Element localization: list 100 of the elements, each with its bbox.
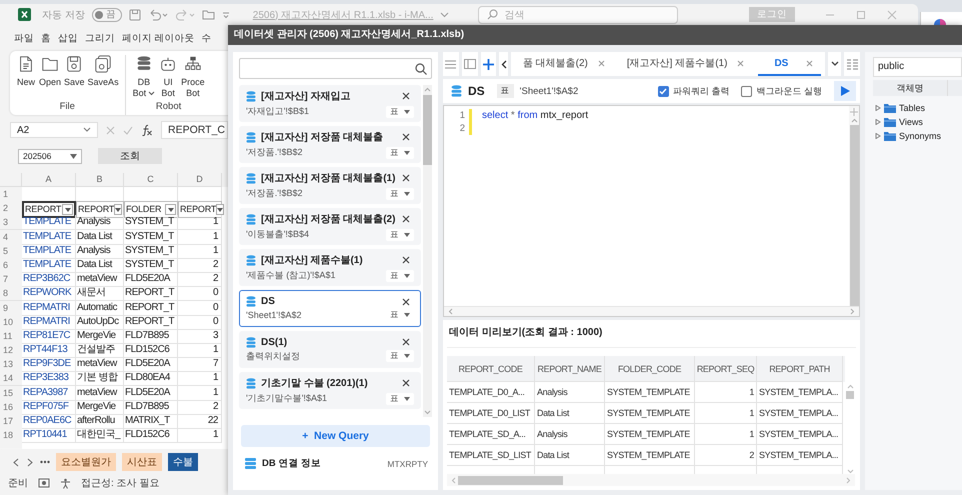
folder-icon[interactable]	[202, 9, 215, 20]
tree-item[interactable]: Tables	[899, 102, 926, 112]
query-card[interactable]: [재고자산] 저장품 대체불출(2) '이동불출'!$B$4 표	[239, 208, 421, 245]
ribbon-button[interactable]: Open	[39, 55, 62, 88]
column-letter[interactable]: B	[76, 173, 124, 187]
query-tab[interactable]: DS	[758, 52, 822, 76]
output-type-dropdown[interactable]: 표	[386, 392, 414, 404]
row-number[interactable]: 4	[0, 230, 22, 245]
scroll-up-icon[interactable]	[424, 87, 431, 92]
plus-icon[interactable]	[850, 108, 858, 116]
menu-item[interactable]: 수	[202, 33, 212, 45]
close-icon[interactable]	[402, 298, 410, 306]
maximize-icon[interactable]	[856, 10, 866, 20]
run-button[interactable]	[834, 81, 856, 101]
save-icon[interactable]	[128, 8, 141, 20]
scroll-left-icon[interactable]	[451, 476, 456, 484]
column-header[interactable]: REPORT_NAME	[535, 356, 605, 382]
menu-item[interactable]: 파일	[14, 33, 34, 45]
row-number[interactable]: 17	[0, 414, 22, 429]
column-letter[interactable]: A	[22, 173, 76, 187]
ribbon-button[interactable]: Save	[64, 55, 85, 88]
scrollbar[interactable]	[849, 106, 859, 306]
name-box[interactable]: A2	[10, 122, 98, 138]
scroll-up-icon[interactable]	[846, 384, 854, 389]
column-header[interactable]: REPORT_CODE	[447, 356, 535, 382]
column-letter[interactable]: C	[124, 173, 178, 187]
query-tab[interactable]: [재고자산] 제품수불(1)	[618, 52, 752, 76]
output-type-dropdown[interactable]: 표	[386, 188, 414, 200]
query-card[interactable]: [재고자산] 저장품 대체불출(1) '저장품.'!$B$2 표	[239, 167, 421, 204]
query-tab[interactable]: 품 대체불출(2)	[514, 52, 613, 76]
next-sheet-icon[interactable]	[26, 458, 34, 466]
filter-button[interactable]	[114, 204, 122, 216]
filter-button[interactable]	[216, 204, 224, 216]
table-cell[interactable]: REPORT	[22, 201, 76, 218]
ribbon-button[interactable]: Proce Bot	[181, 55, 205, 99]
formula-field[interactable]: REPORT_C	[161, 121, 228, 139]
close-icon[interactable]	[402, 174, 410, 182]
table-cell[interactable]: FOLDER	[124, 201, 178, 218]
filter-button[interactable]	[62, 204, 73, 216]
schema-field[interactable]: public	[873, 57, 962, 77]
ribbon-button[interactable]: UI Bot	[158, 55, 178, 99]
close-icon[interactable]	[402, 338, 410, 346]
output-type-dropdown[interactable]: 표	[386, 228, 414, 240]
code-editor[interactable]: 1 2 select * from mtx_report	[443, 105, 860, 317]
row-number[interactable]: 14	[0, 371, 22, 386]
menu-item[interactable]: 홈	[41, 33, 51, 45]
previous-sheet-icon[interactable]	[12, 458, 20, 466]
scroll-up-icon[interactable]	[850, 118, 858, 123]
close-icon[interactable]	[402, 256, 410, 264]
query-card[interactable]: [재고자산] 제품수불(1) '제품수불 (참고)'!$A$1 표	[239, 249, 421, 286]
caret-icon[interactable]	[222, 10, 230, 18]
ribbon-button[interactable]: SaveAs	[88, 55, 119, 88]
toolbar-button[interactable]	[828, 52, 842, 76]
checkbox-label[interactable]: 파워쿼리 출력	[672, 84, 730, 98]
row-number[interactable]: 3	[0, 215, 22, 230]
row-number[interactable]: 6	[0, 258, 22, 273]
accessibility-status[interactable]: 접근성: 조사 필요	[81, 476, 160, 490]
scrollbar[interactable]	[444, 306, 859, 316]
output-type-dropdown[interactable]: 표	[386, 270, 414, 282]
output-type-dropdown[interactable]: 표	[386, 350, 414, 362]
close-icon[interactable]	[402, 379, 410, 387]
sheet-tab[interactable]: 수불	[168, 453, 198, 471]
checkbox[interactable]	[658, 86, 669, 96]
output-type-dropdown[interactable]: 표	[386, 106, 414, 118]
row-number[interactable]: 10	[0, 314, 22, 330]
ribbon-button[interactable]: New	[16, 55, 36, 88]
checkbox-label[interactable]: 백그라운드 실행	[756, 84, 822, 98]
undo-icon[interactable]	[148, 8, 168, 20]
cancel-icon[interactable]	[106, 126, 115, 134]
output-type-dropdown[interactable]: 표	[386, 146, 414, 158]
menu-item[interactable]: 삽입	[58, 33, 78, 45]
ribbon-button[interactable]: DB Bot	[132, 55, 156, 99]
query-button[interactable]: 조회	[98, 148, 162, 164]
accessibility-icon[interactable]	[60, 478, 71, 488]
scrollbar-thumb[interactable]	[423, 95, 432, 165]
close-icon[interactable]	[402, 215, 410, 223]
row-number[interactable]: 5	[0, 244, 22, 259]
check-icon[interactable]	[123, 126, 133, 134]
row-number[interactable]: 15	[0, 386, 22, 401]
period-dropdown[interactable]: 202506	[18, 148, 82, 164]
column-header[interactable]: REPORT_PATH	[757, 356, 843, 382]
query-card[interactable]: [재고자산] 자재입고 '자재입고'!$B$1 표	[239, 85, 421, 122]
more-icon[interactable]	[40, 460, 50, 464]
expand-arrow-icon[interactable]	[875, 118, 881, 124]
query-card[interactable]: [재고자산] 저장품 대체불출 '저장품.'!$B$2 표	[239, 126, 421, 163]
tree-item[interactable]: Synonyms	[899, 130, 942, 140]
row-number[interactable]: 16	[0, 400, 22, 415]
scrollbar[interactable]	[423, 85, 432, 417]
scroll-left-icon[interactable]	[448, 308, 453, 315]
column-header[interactable]: FOLDER_CODE	[605, 356, 695, 382]
scroll-down-icon[interactable]	[424, 410, 431, 415]
query-card[interactable]: DS 'Sheet1'!$A$2 표	[239, 290, 421, 327]
row-number[interactable]: 11	[0, 328, 22, 344]
row-number[interactable]: 18	[0, 428, 22, 444]
function-icon[interactable]	[141, 124, 153, 136]
query-card[interactable]: 기초기말 수불 (2201)(1) '기초기말수불'!$A$1 표	[239, 372, 421, 409]
sheet-tab[interactable]: 시산표	[122, 453, 162, 471]
scroll-right-icon[interactable]	[846, 476, 851, 484]
tree-item[interactable]: Views	[899, 116, 923, 126]
scroll-right-icon[interactable]	[850, 308, 855, 315]
